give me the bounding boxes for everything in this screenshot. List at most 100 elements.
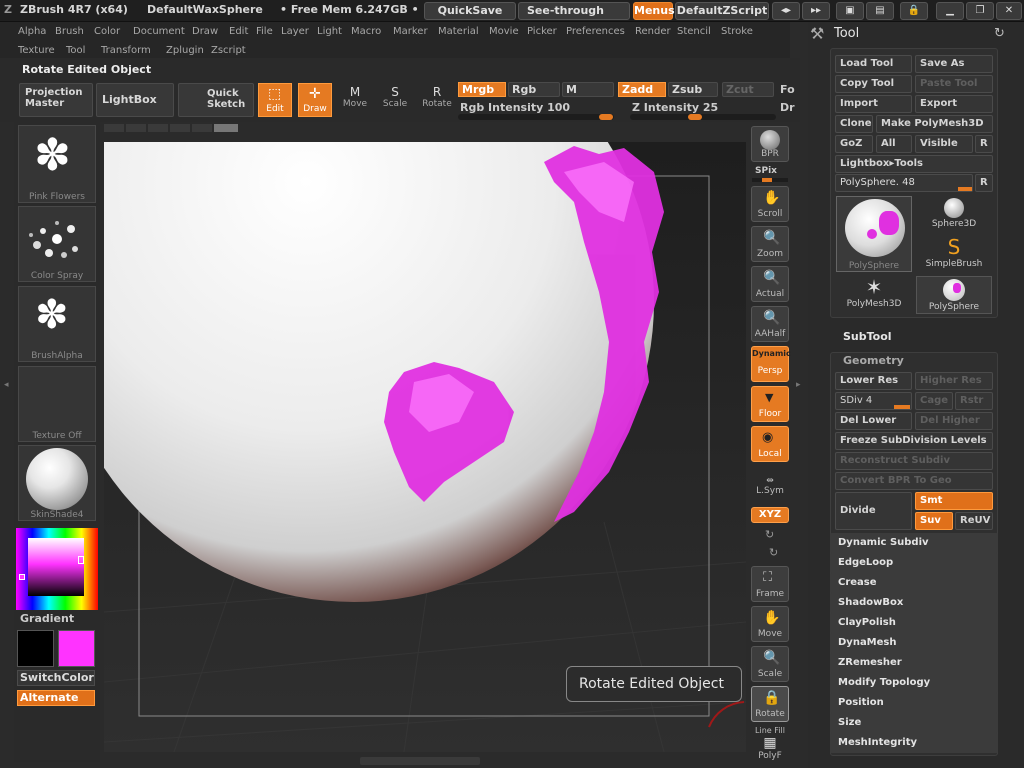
stroke-thumbnail[interactable]: Color Spray <box>18 206 96 282</box>
scale-view-button[interactable]: 🔍 Scale <box>751 646 789 682</box>
section-dynamic-subdiv[interactable]: Dynamic Subdiv <box>830 533 998 553</box>
menu-marker[interactable]: Marker <box>393 26 428 37</box>
main-color-swatch[interactable] <box>17 630 54 667</box>
menu-preferences[interactable]: Preferences <box>566 26 625 37</box>
menu-render[interactable]: Render <box>635 26 671 37</box>
color-picker[interactable] <box>16 528 98 610</box>
paste-tool-button[interactable]: Paste Tool <box>915 75 993 93</box>
section-claypolish[interactable]: ClayPolish <box>830 613 998 633</box>
convert-bpr-button[interactable]: Convert BPR To Geo <box>835 472 993 490</box>
alpha-thumbnail[interactable]: ✽ BrushAlpha <box>18 286 96 362</box>
menu-zscript[interactable]: Zscript <box>211 45 246 56</box>
symmetry-z-icon[interactable]: ↻ <box>769 546 778 559</box>
copy-tool-button[interactable]: Copy Tool <box>835 75 912 93</box>
sdiv-knob[interactable] <box>894 405 910 409</box>
draw-button[interactable]: ✛ Draw <box>298 83 332 117</box>
import-button[interactable]: Import <box>835 95 912 113</box>
menu-transform[interactable]: Transform <box>101 45 151 56</box>
save-as-button[interactable]: Save As <box>915 55 993 73</box>
xyz-button[interactable]: XYZ <box>751 507 789 523</box>
brush-thumbnail[interactable]: ✽ Pink Flowers <box>18 125 96 203</box>
document-canvas[interactable]: Rotate Edited Object <box>104 142 746 752</box>
secondary-color-swatch[interactable] <box>58 630 95 667</box>
tool-simplebrush[interactable]: S SimpleBrush <box>916 236 992 274</box>
section-zremesher[interactable]: ZRemesher <box>830 653 998 673</box>
polysphere-slider-knob[interactable] <box>958 187 972 191</box>
spix-label[interactable]: SPix <box>755 166 777 176</box>
bpr-button[interactable]: BPR <box>751 126 789 162</box>
load-tool-button[interactable]: Load Tool <box>835 55 912 73</box>
r-button-2[interactable]: R <box>975 174 993 192</box>
aahalf-button[interactable]: 🔍 AAHalf <box>751 306 789 342</box>
scale-button[interactable]: S Scale <box>380 85 410 117</box>
right-tray-toggle-icon[interactable]: ▸ <box>796 380 804 400</box>
export-button[interactable]: Export <box>915 95 993 113</box>
layout-1-icon[interactable]: ▣ <box>836 2 864 20</box>
all-button[interactable]: All <box>876 135 912 153</box>
mrgb-button[interactable]: Mrgb <box>458 82 506 97</box>
bottom-scroll-handle[interactable] <box>360 757 480 765</box>
section-meshintegrity[interactable]: MeshIntegrity <box>830 733 998 753</box>
rotate-button[interactable]: R Rotate <box>420 85 454 117</box>
current-tool-thumbnail[interactable]: PolySphere <box>836 196 912 272</box>
lightbox-tools-button[interactable]: Lightbox▸Tools <box>835 155 993 173</box>
menu-texture[interactable]: Texture <box>18 45 55 56</box>
zcut-button[interactable]: Zcut <box>722 82 774 97</box>
reconstruct-subdiv-button[interactable]: Reconstruct Subdiv <box>835 452 993 470</box>
zadd-button[interactable]: Zadd <box>618 82 666 97</box>
rgb-button[interactable]: Rgb <box>508 82 560 97</box>
menu-brush[interactable]: Brush <box>55 26 84 37</box>
zsub-button[interactable]: Zsub <box>668 82 718 97</box>
rotate-view-button[interactable]: 🔒 Rotate <box>751 686 789 722</box>
r-button[interactable]: R <box>975 135 993 153</box>
switchcolor-button[interactable]: SwitchColor <box>17 670 95 686</box>
make-polymesh3d-button[interactable]: Make PolyMesh3D <box>876 115 993 133</box>
section-dynamesh[interactable]: DynaMesh <box>830 633 998 653</box>
freeze-subdivision-button[interactable]: Freeze SubDivision Levels <box>835 432 993 450</box>
rgb-intensity-knob[interactable] <box>599 114 613 120</box>
menu-tool[interactable]: Tool <box>66 45 85 56</box>
menu-edit[interactable]: Edit <box>229 26 248 37</box>
spix-slider[interactable] <box>752 178 788 182</box>
z-intensity-label[interactable]: Z Intensity 25 <box>632 101 718 114</box>
menu-light[interactable]: Light <box>317 26 342 37</box>
alternate-button[interactable]: Alternate <box>17 690 95 706</box>
clone-button[interactable]: Clone <box>835 115 873 133</box>
floor-button[interactable]: ▼ Floor <box>751 386 789 422</box>
m-button[interactable]: M <box>562 82 614 97</box>
menu-macro[interactable]: Macro <box>351 26 381 37</box>
section-modify-topology[interactable]: Modify Topology <box>830 673 998 693</box>
menu-material[interactable]: Material <box>438 26 479 37</box>
gradient-label[interactable]: Gradient <box>20 612 74 625</box>
menu-file[interactable]: File <box>256 26 273 37</box>
del-higher-button[interactable]: Del Higher <box>915 412 993 430</box>
smt-toggle[interactable]: Smt <box>915 492 993 510</box>
scroll-button[interactable]: ✋ Scroll <box>751 186 789 222</box>
rgb-intensity-label[interactable]: Rgb Intensity 100 <box>460 101 570 114</box>
symmetry-y-icon[interactable]: ↻ <box>765 528 774 541</box>
quicksave-button[interactable]: QuickSave <box>424 2 516 20</box>
subtool-header[interactable]: SubTool <box>843 330 892 343</box>
section-edgeloop[interactable]: EdgeLoop <box>830 553 998 573</box>
menu-layer[interactable]: Layer <box>281 26 309 37</box>
z-intensity-slider[interactable] <box>630 114 776 120</box>
lsym-button[interactable]: ⇹ L.Sym <box>752 476 788 502</box>
local-button[interactable]: ◉ Local <box>751 426 789 462</box>
polyf-button[interactable]: Line Fill ▦ PolyF <box>752 726 788 762</box>
lightbox-button[interactable]: LightBox <box>96 83 174 117</box>
menu-movie[interactable]: Movie <box>489 26 519 37</box>
menu-draw[interactable]: Draw <box>192 26 218 37</box>
divide-button[interactable]: Divide <box>835 492 912 530</box>
z-intensity-knob[interactable] <box>688 114 702 120</box>
menu-stroke[interactable]: Stroke <box>721 26 753 37</box>
sdiv-slider[interactable]: SDiv 4 <box>835 392 912 410</box>
restore-icon[interactable]: ❐ <box>966 2 994 20</box>
menu-document[interactable]: Document <box>133 26 185 37</box>
menu-zplugin[interactable]: Zplugin <box>166 45 204 56</box>
zoom-button[interactable]: 🔍 Zoom <box>751 226 789 262</box>
lower-res-button[interactable]: Lower Res <box>835 372 912 390</box>
tool-polymesh3d[interactable]: ✶ PolyMesh3D <box>836 276 912 314</box>
close-icon[interactable]: ✕ <box>996 2 1022 20</box>
step-forward-icon[interactable]: ▸▸ <box>802 2 830 20</box>
visible-button[interactable]: Visible <box>915 135 973 153</box>
